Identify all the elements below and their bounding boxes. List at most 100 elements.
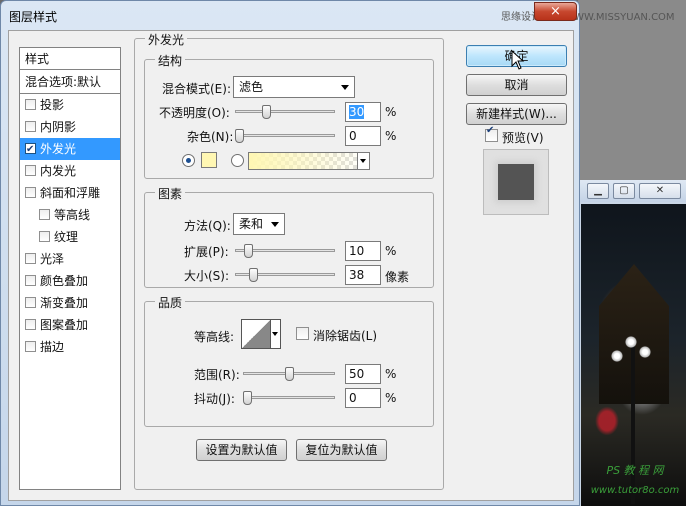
style-checkbox[interactable] [25,341,36,352]
style-list-item[interactable]: 外发光 [20,138,120,161]
style-list-item[interactable]: 投影 [20,94,120,116]
range-unit: % [385,367,397,381]
cancel-button[interactable]: 取消 [466,74,567,96]
style-checkbox[interactable] [25,121,36,132]
style-preview [483,149,549,215]
style-checkbox[interactable] [25,165,36,176]
panel-title: 外发光 [145,31,188,48]
style-list-item[interactable]: 渐变叠加 [20,292,120,314]
photo-lamp-post [631,344,635,504]
blend-mode-dropdown[interactable]: 滤色 [233,76,355,98]
technique-value: 柔和 [239,217,264,231]
top-watermark: 思缘设计论坛 WWW.MISSYUAN.COM [501,12,675,23]
style-list-item[interactable]: 内发光 [20,160,120,182]
technique-label: 方法(Q): [184,219,231,233]
contour-thumbnail[interactable] [241,319,271,349]
noise-slider-thumb[interactable] [235,129,244,143]
style-list-item[interactable]: 描边 [20,336,120,358]
set-default-button[interactable]: 设置为默认值 [196,439,287,461]
style-list-item[interactable]: 斜面和浮雕 [20,182,120,204]
style-list-header[interactable]: 样式 [20,48,120,70]
close-icon[interactable]: ✕ [639,183,681,199]
preview-checkbox[interactable] [485,125,498,142]
style-list-item-label: 投影 [40,98,65,112]
noise-input-value: 0 [349,129,357,143]
style-list-item[interactable]: 光泽 [20,248,120,270]
size-slider[interactable] [235,268,335,282]
technique-dropdown[interactable]: 柔和 [233,213,285,235]
close-button[interactable]: × [534,2,577,21]
jitter-input[interactable]: 0 [345,388,381,408]
antialias-label[interactable]: 消除锯齿(L) [313,327,377,344]
style-checkbox[interactable] [25,187,36,198]
elements-title: 图素 [155,185,186,202]
style-list-item[interactable]: 图案叠加 [20,314,120,336]
style-list-item-label: 描边 [40,340,65,354]
noise-slider-track [235,134,335,137]
style-checkbox[interactable] [25,253,36,264]
size-slider-thumb[interactable] [249,268,258,282]
style-checkbox[interactable] [25,275,36,286]
blend-mode-label: 混合模式(E): [162,82,231,96]
size-input[interactable]: 38 [345,265,381,285]
range-input[interactable]: 50 [345,364,381,384]
style-checkbox[interactable] [25,139,36,161]
style-list-item-label: 光泽 [40,252,65,266]
jitter-slider[interactable] [243,391,335,405]
opacity-input[interactable]: 30 [345,102,381,122]
spread-unit: % [385,244,397,258]
chevron-down-icon [341,85,349,90]
style-list-item[interactable]: 等高线 [20,204,120,226]
style-checkbox[interactable] [25,319,36,330]
spread-input[interactable]: 10 [345,241,381,261]
noise-input[interactable]: 0 [345,126,381,146]
antialias-checkbox[interactable] [296,327,309,340]
style-list-item-label: 等高线 [54,208,91,222]
structure-title: 结构 [155,52,186,69]
photo-lamp [611,350,623,362]
range-slider[interactable] [243,367,335,381]
jitter-slider-thumb[interactable] [243,391,252,405]
outer-glow-panel: 外发光 结构 混合模式(E): 滤色 不透明度(O): 30 % 杂色(N): [134,31,444,490]
glow-gradient-picker[interactable] [248,152,370,170]
style-list-item[interactable]: 内阴影 [20,116,120,138]
preview-swatch [498,164,534,200]
jitter-input-value: 0 [349,391,357,405]
range-slider-thumb[interactable] [285,367,294,381]
jitter-unit: % [385,391,397,405]
preview-label[interactable]: 预览(V) [502,129,544,146]
document-titlebar: ▁ ▢ ✕ [579,180,686,202]
noise-slider[interactable] [235,129,335,143]
blend-options-item[interactable]: 混合选项:默认 [20,70,120,94]
style-checkbox[interactable] [39,209,50,220]
reset-default-button[interactable]: 复位为默认值 [296,439,387,461]
style-checkbox[interactable] [25,297,36,308]
layer-style-dialog: 图层样式 思缘设计论坛 WWW.MISSYUAN.COM × 样式 混合选项:默… [0,0,675,506]
chevron-down-icon[interactable] [357,153,369,169]
chevron-down-icon[interactable] [271,319,281,349]
opacity-slider-track [235,110,335,113]
style-list-item-label: 颜色叠加 [40,274,89,288]
style-list-item-label: 内阴影 [40,120,77,134]
style-list-item-label: 内发光 [40,164,77,178]
gradient-radio[interactable] [231,154,244,167]
minimize-icon[interactable]: ▁ [587,183,609,199]
style-checkbox[interactable] [25,99,36,110]
style-list-item-label: 图案叠加 [40,318,89,332]
opacity-slider-thumb[interactable] [262,105,271,119]
photo-lamp [625,336,637,348]
style-checkbox[interactable] [39,231,50,242]
style-items: 投影内阴影外发光内发光斜面和浮雕等高线纹理光泽颜色叠加渐变叠加图案叠加描边 [20,94,120,358]
spread-slider[interactable] [235,244,335,258]
background-area [578,0,686,180]
spread-slider-thumb[interactable] [244,244,253,258]
style-list-item[interactable]: 纹理 [20,226,120,248]
range-label: 范围(R): [194,368,240,382]
maximize-icon[interactable]: ▢ [613,183,635,199]
opacity-slider[interactable] [235,105,335,119]
spread-label: 扩展(P): [184,245,229,259]
new-style-button[interactable]: 新建样式(W)... [466,103,567,125]
solid-color-radio[interactable] [182,154,195,167]
style-list-item[interactable]: 颜色叠加 [20,270,120,292]
glow-color-swatch[interactable] [201,152,217,168]
